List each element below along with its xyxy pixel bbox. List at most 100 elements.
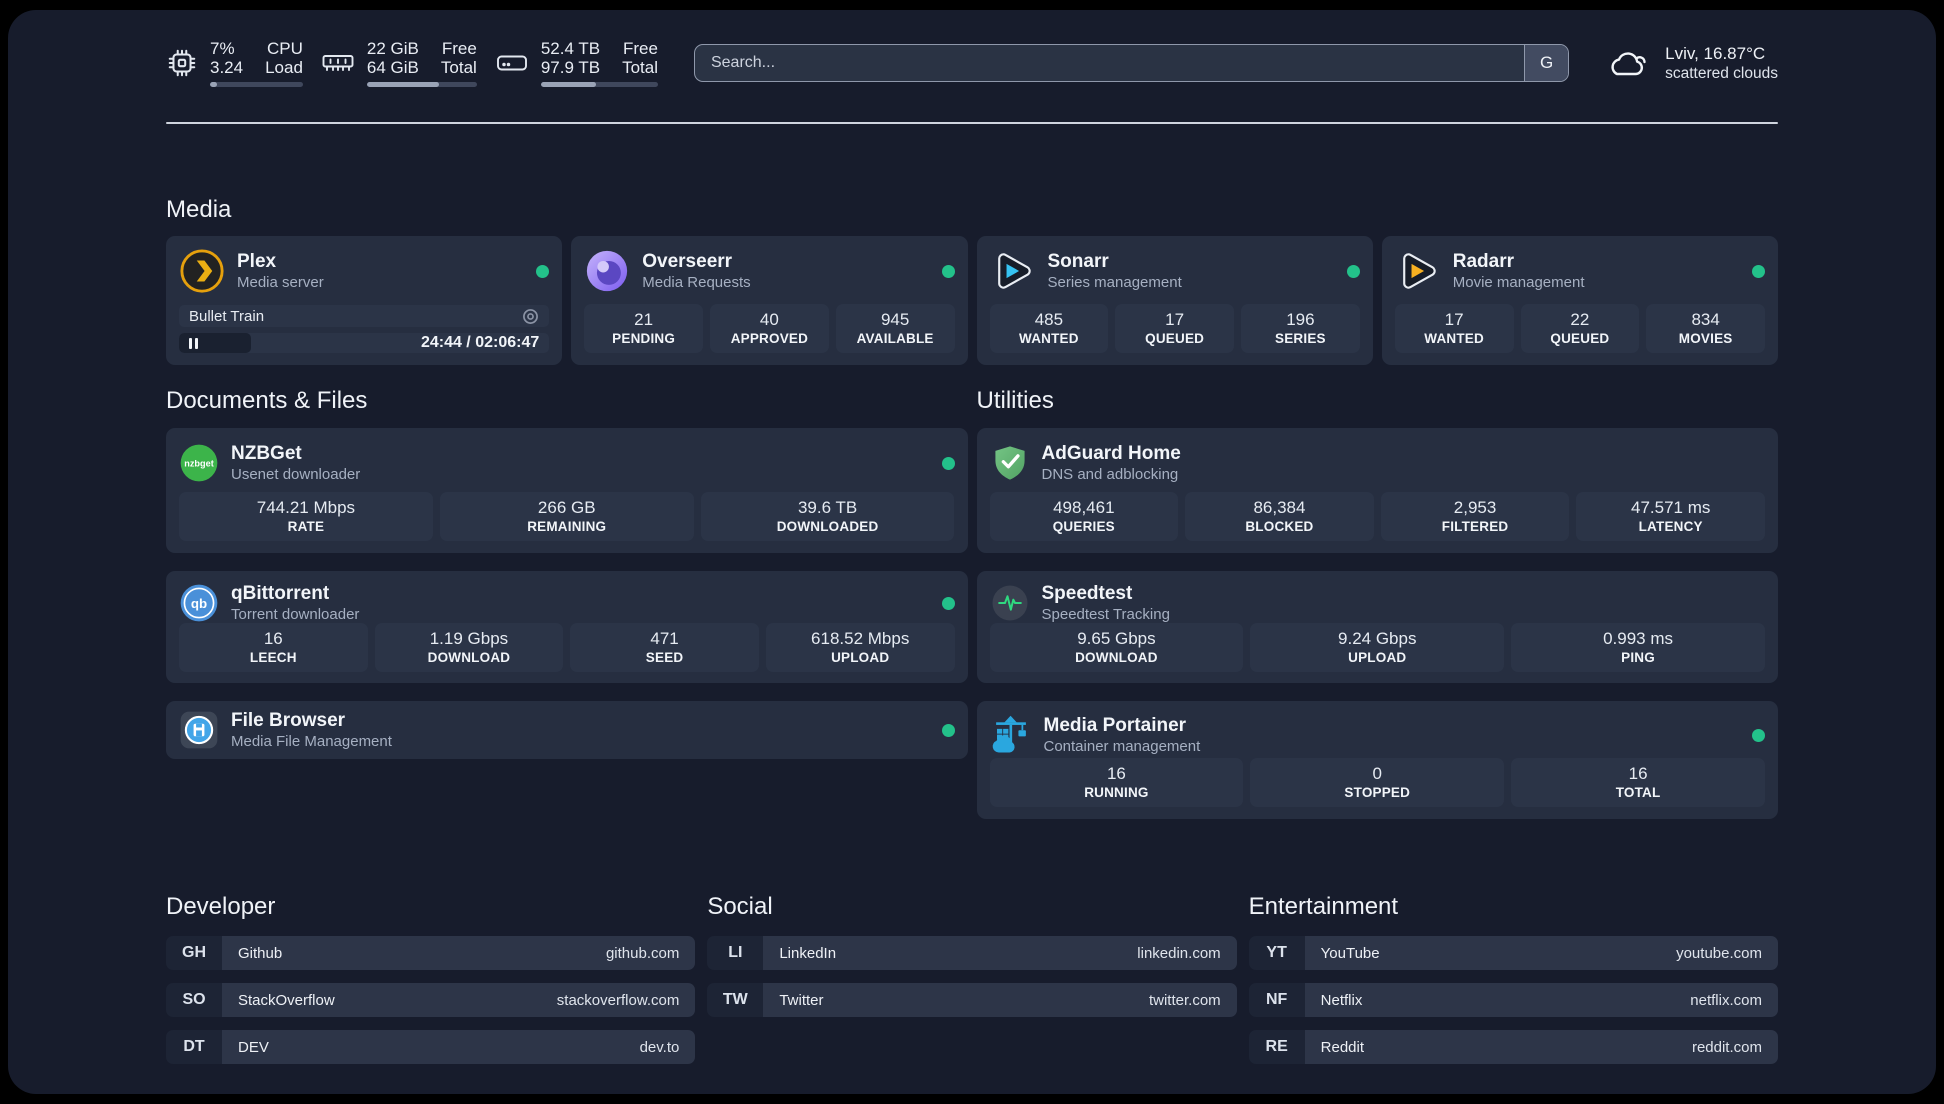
cpu-load-label: Load bbox=[265, 58, 303, 77]
top-bar: 7% CPU 3.24 Load 22 GiB Free 64 GiB Tota… bbox=[166, 38, 1778, 88]
link-badge: RE bbox=[1248, 1030, 1305, 1064]
dashboard: 7% CPU 3.24 Load 22 GiB Free 64 GiB Tota… bbox=[8, 10, 1936, 1094]
storage-progress bbox=[540, 82, 658, 87]
stat-tile: 16 TOTAL bbox=[1511, 758, 1765, 807]
stat-tile: 485 WANTED bbox=[989, 304, 1109, 353]
stat-tile: 498,461 QUERIES bbox=[989, 492, 1179, 541]
weather-condition: scattered clouds bbox=[1665, 65, 1778, 82]
link-badge: NF bbox=[1248, 983, 1305, 1017]
memory-progress bbox=[366, 82, 477, 87]
link-linkedin[interactable]: LI LinkedIn linkedin.com bbox=[707, 936, 1237, 970]
link-name: LinkedIn bbox=[779, 944, 837, 962]
link-github[interactable]: GH Github github.com bbox=[166, 936, 696, 970]
stat-tile: 86,384 BLOCKED bbox=[1185, 492, 1374, 541]
app-subtitle: Media server bbox=[237, 274, 324, 291]
app-card-radarr[interactable]: Radarr Movie management 17 WANTED 22 QUEUE… bbox=[1381, 236, 1778, 365]
stat-tile: 2,953 FILTERED bbox=[1380, 492, 1570, 541]
cpu-progress bbox=[210, 82, 303, 87]
cpu-stat: 7% CPU 3.24 Load bbox=[166, 39, 303, 87]
section-title-social: Social bbox=[707, 893, 773, 920]
memory-free-label: Free bbox=[441, 39, 477, 58]
section-title-developer: Developer bbox=[166, 893, 276, 920]
documents-section: Documents & Files nzbget NZBGet Usenet d… bbox=[166, 387, 968, 777]
status-dot bbox=[941, 723, 955, 737]
stat-tile: 618.52 Mbps UPLOAD bbox=[765, 623, 955, 672]
status-dot bbox=[1752, 264, 1765, 278]
status-dot bbox=[941, 596, 955, 610]
storage-total-label: Total bbox=[622, 58, 658, 77]
playback-progress-bar: 24:44 / 02:06:47 bbox=[179, 333, 550, 353]
social-section: Social LI LinkedIn linkedin.com TW Twitt… bbox=[707, 893, 1237, 1077]
playback-time: 24:44 / 02:06:47 bbox=[420, 334, 540, 352]
app-card-portainer[interactable]: Media Portainer Container management 16 R… bbox=[976, 701, 1778, 819]
search-input[interactable] bbox=[694, 54, 1525, 72]
storage-free-label: Free bbox=[623, 39, 658, 58]
app-title: Media Portainer bbox=[1043, 715, 1187, 736]
search-engine-button[interactable]: G bbox=[1524, 45, 1569, 81]
radarr-icon bbox=[1395, 248, 1441, 294]
link-dev[interactable]: DT DEV dev.to bbox=[166, 1030, 696, 1064]
app-card-qbittorrent[interactable]: qb qBittorrent Torrent downloader 16 LEEC… bbox=[166, 571, 968, 683]
app-subtitle: DNS and adblocking bbox=[1041, 466, 1179, 483]
app-title: Speedtest bbox=[1041, 583, 1133, 604]
stat-tile: 471 SEED bbox=[570, 623, 759, 672]
link-name: Reddit bbox=[1320, 1038, 1365, 1056]
link-url: reddit.com bbox=[1691, 1038, 1762, 1056]
app-title: qBittorrent bbox=[231, 583, 330, 604]
link-name: Netflix bbox=[1320, 991, 1363, 1009]
stat-tile: 196 SERIES bbox=[1241, 304, 1360, 353]
app-card-overseerr[interactable]: Overseerr Media Requests 21 PENDING 40 APP… bbox=[571, 236, 968, 365]
memory-total-value: 64 GiB bbox=[366, 58, 419, 77]
link-badge: TW bbox=[707, 983, 764, 1017]
media-section: Plex Media server Bullet Train 24:44 / 0… bbox=[166, 236, 1778, 365]
link-url: linkedin.com bbox=[1137, 944, 1221, 962]
link-badge: SO bbox=[166, 983, 222, 1017]
status-dot bbox=[1346, 264, 1360, 278]
playback-played bbox=[179, 333, 252, 353]
app-card-speedtest[interactable]: Speedtest Speedtest Tracking 9.65 Gbps DO… bbox=[976, 571, 1778, 683]
stat-tile: 9.65 Gbps DOWNLOAD bbox=[989, 623, 1244, 672]
section-title-documents: Documents & Files bbox=[166, 387, 368, 414]
filebrowser-icon bbox=[179, 710, 219, 750]
app-card-nzbget[interactable]: nzbget NZBGet Usenet downloader 744.21 M… bbox=[166, 428, 968, 553]
storage-stat: 52.4 TB Free 97.9 TB Total bbox=[495, 39, 658, 87]
stat-tile: 945 AVAILABLE bbox=[835, 304, 955, 353]
now-playing-title: Bullet Train bbox=[189, 307, 265, 325]
stat-tile: 744.21 Mbps RATE bbox=[179, 492, 433, 541]
stat-tile: 834 MOVIES bbox=[1646, 304, 1765, 353]
app-subtitle: Media File Management bbox=[231, 733, 392, 750]
app-card-plex[interactable]: Plex Media server Bullet Train 24:44 / 0… bbox=[166, 236, 563, 365]
storage-free-value: 52.4 TB bbox=[540, 39, 601, 58]
app-subtitle: Container management bbox=[1043, 738, 1201, 755]
link-badge: GH bbox=[166, 936, 222, 970]
app-title: Overseerr bbox=[642, 251, 733, 272]
utilities-section: Utilities AdGuard Home DNS and adblockin… bbox=[976, 387, 1778, 837]
app-card-filebrowser[interactable]: File Browser Media File Management bbox=[166, 701, 968, 759]
stat-tile: 0.993 ms PING bbox=[1511, 623, 1765, 672]
system-stats: 7% CPU 3.24 Load 22 GiB Free 64 GiB Tota… bbox=[166, 39, 658, 87]
weather-location-temp: Lviv, 16.87°C bbox=[1665, 44, 1766, 63]
link-netflix[interactable]: NF Netflix netflix.com bbox=[1248, 983, 1778, 1017]
section-title-utilities: Utilities bbox=[976, 387, 1054, 414]
header-divider bbox=[166, 122, 1778, 124]
link-youtube[interactable]: YT YouTube youtube.com bbox=[1248, 936, 1778, 970]
app-title: File Browser bbox=[231, 710, 346, 731]
status-dot bbox=[941, 456, 955, 470]
link-reddit[interactable]: RE Reddit reddit.com bbox=[1248, 1030, 1778, 1064]
app-title: Sonarr bbox=[1047, 251, 1109, 272]
stat-tile: 47.571 ms LATENCY bbox=[1576, 492, 1765, 541]
link-stackoverflow[interactable]: SO StackOverflow stackoverflow.com bbox=[166, 983, 696, 1017]
app-card-sonarr[interactable]: Sonarr Series management 485 WANTED 17 QUE… bbox=[976, 236, 1373, 365]
link-url: youtube.com bbox=[1676, 944, 1762, 962]
overseerr-icon bbox=[584, 248, 630, 294]
memory-icon bbox=[321, 51, 355, 75]
disc-icon bbox=[522, 308, 539, 325]
app-card-adguard[interactable]: AdGuard Home DNS and adblocking 498,461 Q… bbox=[976, 428, 1778, 553]
stat-tile: 1.19 Gbps DOWNLOAD bbox=[374, 623, 564, 672]
link-badge: YT bbox=[1248, 936, 1305, 970]
cpu-usage-value: 7% bbox=[210, 39, 235, 58]
app-title: Radarr bbox=[1452, 251, 1514, 272]
link-twitter[interactable]: TW Twitter twitter.com bbox=[707, 983, 1237, 1017]
link-name: Github bbox=[238, 944, 283, 962]
stat-tile: 17 QUEUED bbox=[1115, 304, 1234, 353]
